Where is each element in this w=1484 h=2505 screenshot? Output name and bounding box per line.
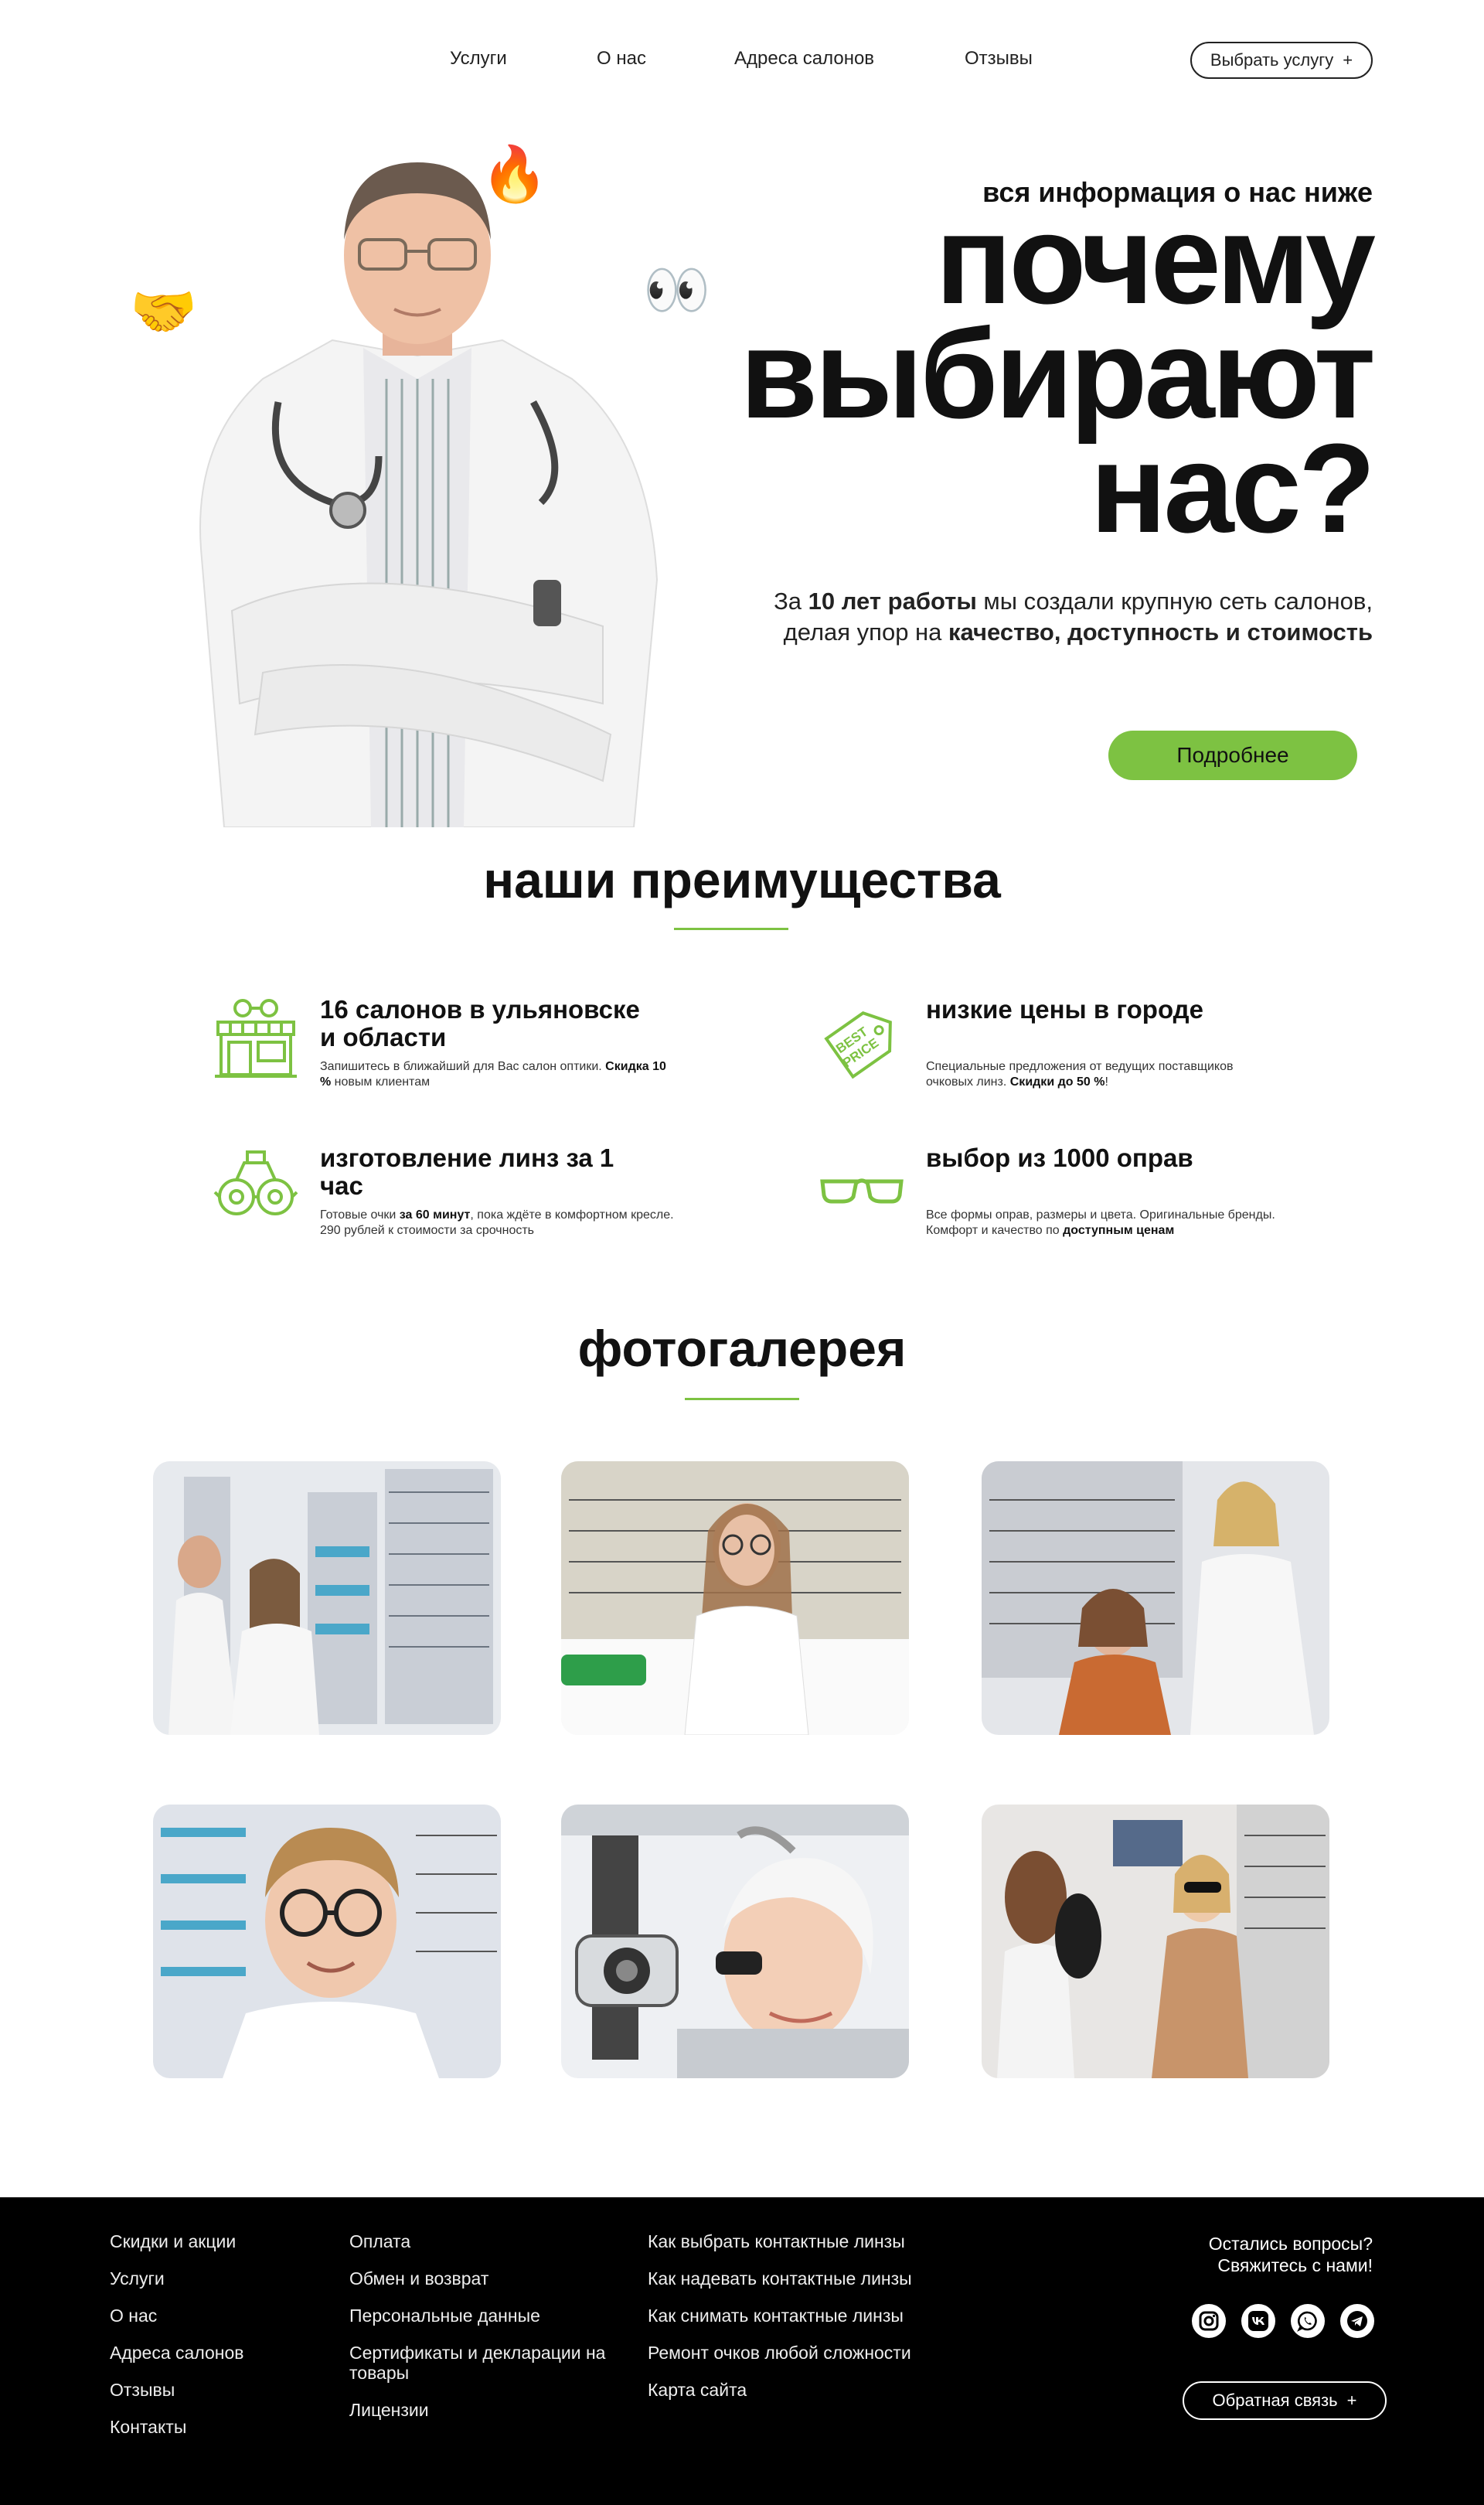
footer-link-repair[interactable]: Ремонт очков любой сложности <box>648 2343 912 2363</box>
desc-strong: Скидки до 50 % <box>1009 1075 1105 1089</box>
advantages-underline <box>674 928 788 930</box>
footer-link-discounts[interactable]: Скидки и акции <box>110 2231 244 2251</box>
nav-link-about[interactable]: О нас <box>597 48 646 70</box>
footer-link-licenses[interactable]: Лицензии <box>349 2400 612 2420</box>
footer-link-sitemap[interactable]: Карта сайта <box>648 2380 912 2400</box>
hero-text-part: За <box>774 588 808 615</box>
advantage-description: Готовые очки за 60 минут, пока ждёте в к… <box>320 1208 676 1239</box>
footer-link-services[interactable]: Услуги <box>110 2268 244 2289</box>
boy-glasses-photo[interactable] <box>153 1805 501 2078</box>
advantage-item-fast-lenses: изготовление линз за 1 час Готовые очки … <box>213 1144 693 1260</box>
advantage-description: Запишитесь в ближайший для Вас салон опт… <box>320 1059 676 1090</box>
handshake-emoji-icon: 🤝 <box>130 281 198 342</box>
plus-icon: + <box>1346 2391 1357 2410</box>
footer-column-3: Как выбрать контактные линзы Как надеват… <box>648 2231 912 2417</box>
footer-link-about[interactable]: О нас <box>110 2306 244 2326</box>
advantage-item-frames: выбор из 1000 оправ Все формы оправ, раз… <box>819 1144 1298 1260</box>
more-button[interactable]: Подробнее <box>1108 731 1357 780</box>
gallery-title: фотогалерея <box>577 1320 907 1377</box>
nav-link-reviews[interactable]: Отзывы <box>965 48 1033 70</box>
hero-text-strong: качество, доступность и стоимость <box>948 619 1373 646</box>
hero-title-line-3: нас? <box>1090 418 1376 559</box>
footer-link-put-on-lenses[interactable]: Как надевать контактные линзы <box>648 2268 912 2289</box>
choose-service-button[interactable]: Выбрать услугу + <box>1190 42 1373 79</box>
advantages-title: наши преимущества <box>483 851 1001 908</box>
footer-question-line-1: Остались вопросы? <box>1208 2234 1373 2254</box>
hero-text-strong: 10 лет работы <box>808 588 977 615</box>
glasses-icon <box>820 1178 904 1204</box>
telegram-icon[interactable] <box>1340 2304 1374 2338</box>
desc-part: Готовые очки <box>320 1208 400 1222</box>
woman-sunglasses-photo[interactable] <box>982 1805 1329 2078</box>
advantage-title: низкие цены в городе <box>926 995 1203 1024</box>
vk-icon[interactable] <box>1241 2304 1275 2338</box>
desc-strong: за 60 минут <box>399 1208 471 1222</box>
footer-column-2: Оплата Обмен и возврат Персональные данн… <box>349 2231 612 2437</box>
store-icon <box>215 999 297 1078</box>
slit-lamp-exam-photo[interactable] <box>561 1805 909 2078</box>
advantage-title: изготовление линз за 1 час <box>320 1143 614 1200</box>
instagram-icon[interactable] <box>1192 2304 1226 2338</box>
gallery-underline <box>685 1398 799 1400</box>
footer-link-choose-lenses[interactable]: Как выбрать контактные линзы <box>648 2231 912 2251</box>
footer-column-1: Скидки и акции Услуги О нас Адреса салон… <box>110 2231 244 2454</box>
plus-icon: + <box>1343 50 1353 70</box>
footer-link-contacts[interactable]: Контакты <box>110 2417 244 2437</box>
footer: Скидки и акции Услуги О нас Адреса салон… <box>0 2197 1484 2505</box>
top-navigation: Услуги О нас Адреса салонов Отзывы Выбра… <box>0 0 1484 124</box>
advantage-description: Специальные предложения от ведущих поста… <box>926 1059 1281 1090</box>
nav-link-addresses[interactable]: Адреса салонов <box>734 48 874 70</box>
footer-link-remove-lenses[interactable]: Как снимать контактные линзы <box>648 2306 912 2326</box>
price-tag-icon: BEST PRICE <box>824 1011 892 1079</box>
social-links <box>1192 2304 1374 2338</box>
footer-link-exchange[interactable]: Обмен и возврат <box>349 2268 612 2289</box>
hero-description: За 10 лет работы мы создали крупную сеть… <box>739 586 1373 648</box>
footer-link-personal-data[interactable]: Персональные данные <box>349 2306 612 2326</box>
choose-service-label: Выбрать услугу <box>1210 50 1334 70</box>
hero-title-line-1: почему <box>935 189 1376 330</box>
doctor-photo <box>199 162 659 827</box>
girl-trying-glasses-photo[interactable] <box>561 1461 909 1735</box>
footer-link-certificates[interactable]: Сертификаты и декларации на товары <box>349 2343 612 2383</box>
eye-exam-frames-photo[interactable] <box>982 1461 1329 1735</box>
footer-link-addresses[interactable]: Адреса салонов <box>110 2343 244 2363</box>
advantage-item-salons: 16 салонов в ульяновске и области Запиши… <box>213 996 693 1112</box>
advantage-description: Все формы оправ, размеры и цвета. Оригин… <box>926 1208 1281 1239</box>
desc-strong: доступным ценам <box>1063 1224 1175 1237</box>
hero-title-line-2: выбирают <box>740 303 1376 445</box>
feedback-label: Обратная связь <box>1212 2391 1338 2410</box>
footer-link-reviews[interactable]: Отзывы <box>110 2380 244 2400</box>
desc-part: Запишитесь в ближайший для Вас салон опт… <box>320 1060 606 1073</box>
footer-link-payment[interactable]: Оплата <box>349 2231 612 2251</box>
lens-machine-icon <box>213 1150 298 1215</box>
nav-link-services[interactable]: Услуги <box>450 48 507 70</box>
desc-part: новым клиентам <box>331 1075 431 1089</box>
advantage-title: выбор из 1000 оправ <box>926 1143 1193 1172</box>
feedback-button[interactable]: Обратная связь + <box>1183 2381 1387 2420</box>
footer-question: Остались вопросы? Свяжитесь с нами! <box>1209 2233 1373 2276</box>
footer-question-line-2: Свяжитесь с нами! <box>1217 2255 1373 2275</box>
desc-part: ! <box>1104 1075 1108 1089</box>
advantage-title: 16 салонов в ульяновске и области <box>320 995 640 1051</box>
fire-emoji-icon: 🔥 <box>481 144 549 204</box>
optician-fitting-photo[interactable] <box>153 1461 501 1735</box>
hero-title: почему выбирают нас? <box>677 189 1376 559</box>
whatsapp-icon[interactable] <box>1291 2304 1325 2338</box>
advantage-item-prices: BEST PRICE низкие цены в городе Специаль… <box>819 996 1298 1112</box>
